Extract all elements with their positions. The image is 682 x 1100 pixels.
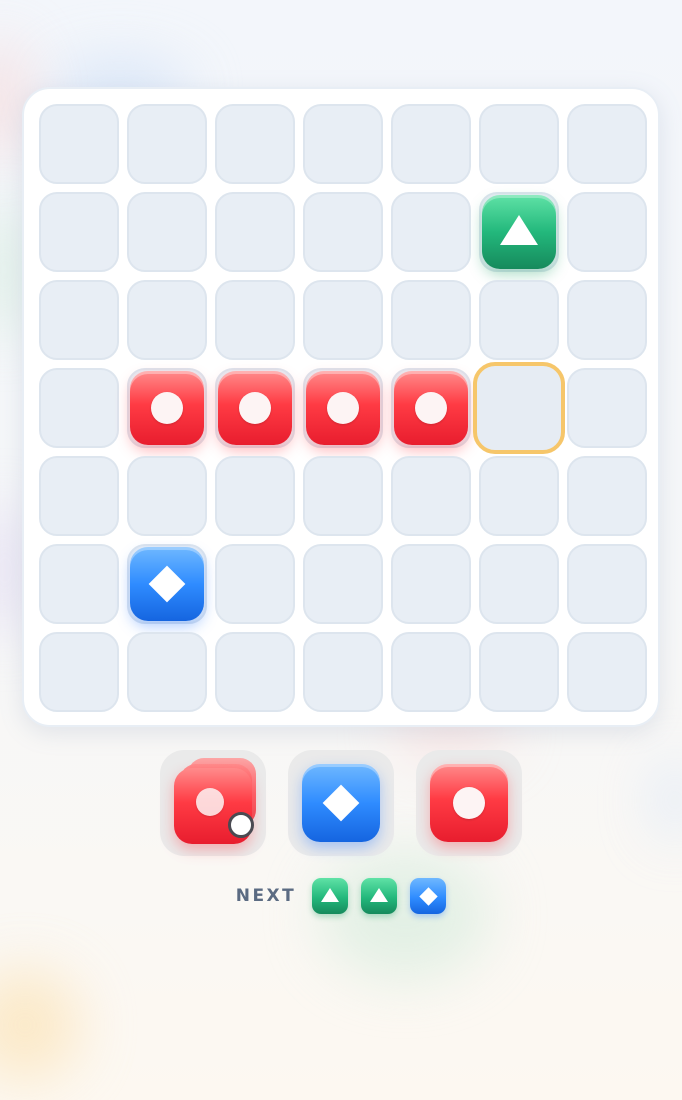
- board-cell[interactable]: [303, 192, 383, 272]
- board-cell[interactable]: [215, 280, 295, 360]
- board-cell[interactable]: [479, 104, 559, 184]
- circle-icon: [327, 392, 359, 424]
- game-board: [22, 87, 660, 727]
- board-cell[interactable]: [391, 632, 471, 712]
- circle-icon: [415, 392, 447, 424]
- next-green-piece: [312, 878, 349, 914]
- board-cell[interactable]: [303, 280, 383, 360]
- red-tile[interactable]: [218, 371, 292, 445]
- blue-tile[interactable]: [130, 547, 204, 621]
- board-cell[interactable]: [215, 456, 295, 536]
- board-grid: [39, 104, 647, 712]
- background-blob: [0, 970, 80, 1080]
- board-cell-highlighted[interactable]: [473, 362, 565, 454]
- next-blue-piece: [410, 878, 447, 914]
- next-preview: NEXT: [0, 878, 682, 914]
- board-cell[interactable]: [39, 456, 119, 536]
- board-cell[interactable]: [39, 544, 119, 624]
- next-green-piece: [361, 878, 398, 914]
- board-cell[interactable]: [567, 456, 647, 536]
- board-cell[interactable]: [127, 368, 207, 448]
- board-cell[interactable]: [127, 104, 207, 184]
- board-cell[interactable]: [391, 104, 471, 184]
- triangle-icon: [370, 888, 389, 902]
- background-blob: [655, 760, 682, 840]
- background-blob: [320, 850, 490, 980]
- diamond-icon: [322, 784, 360, 822]
- board-cell[interactable]: [215, 104, 295, 184]
- board-cell[interactable]: [39, 632, 119, 712]
- red-tile[interactable]: [394, 371, 468, 445]
- board-cell[interactable]: [567, 368, 647, 448]
- board-cell[interactable]: [303, 104, 383, 184]
- board-cell[interactable]: [39, 192, 119, 272]
- board-cell[interactable]: [303, 456, 383, 536]
- board-cell[interactable]: [127, 544, 207, 624]
- red-tile[interactable]: [130, 371, 204, 445]
- triangle-icon: [321, 888, 340, 902]
- board-cell[interactable]: [127, 632, 207, 712]
- board-cell[interactable]: [39, 280, 119, 360]
- board-cell[interactable]: [391, 280, 471, 360]
- board-cell[interactable]: [567, 104, 647, 184]
- board-cell[interactable]: [479, 280, 559, 360]
- green-tile[interactable]: [482, 195, 556, 269]
- triangle-icon: [500, 215, 538, 245]
- board-cell[interactable]: [391, 544, 471, 624]
- diamond-icon: [148, 565, 186, 603]
- red-tile[interactable]: [430, 764, 508, 842]
- board-cell[interactable]: [391, 368, 471, 448]
- board-cell[interactable]: [567, 192, 647, 272]
- circle-icon: [239, 392, 271, 424]
- stack-indicator-icon: [228, 812, 254, 838]
- piece-tray: [160, 750, 522, 856]
- board-cell[interactable]: [479, 632, 559, 712]
- board-cell[interactable]: [303, 544, 383, 624]
- blue-tile[interactable]: [302, 764, 380, 842]
- board-cell[interactable]: [391, 456, 471, 536]
- board-cell[interactable]: [215, 192, 295, 272]
- red-tile[interactable]: [306, 371, 380, 445]
- board-cell[interactable]: [303, 368, 383, 448]
- board-cell[interactable]: [391, 192, 471, 272]
- board-cell[interactable]: [567, 280, 647, 360]
- board-cell[interactable]: [479, 544, 559, 624]
- next-label: NEXT: [235, 886, 297, 906]
- board-cell[interactable]: [215, 632, 295, 712]
- board-cell[interactable]: [127, 280, 207, 360]
- tray-slot-1[interactable]: [160, 750, 266, 856]
- tray-slot-3[interactable]: [416, 750, 522, 856]
- board-cell[interactable]: [215, 368, 295, 448]
- board-cell[interactable]: [567, 632, 647, 712]
- tray-slot-2[interactable]: [288, 750, 394, 856]
- board-cell[interactable]: [127, 456, 207, 536]
- board-cell[interactable]: [39, 368, 119, 448]
- board-cell[interactable]: [303, 632, 383, 712]
- board-cell[interactable]: [39, 104, 119, 184]
- board-cell[interactable]: [215, 544, 295, 624]
- board-cell[interactable]: [127, 192, 207, 272]
- diamond-icon: [419, 886, 438, 906]
- board-cell[interactable]: [479, 192, 559, 272]
- circle-icon: [196, 788, 224, 816]
- board-cell[interactable]: [479, 456, 559, 536]
- circle-icon: [151, 392, 183, 424]
- next-pieces: [312, 878, 447, 914]
- circle-icon: [453, 787, 485, 819]
- board-cell[interactable]: [567, 544, 647, 624]
